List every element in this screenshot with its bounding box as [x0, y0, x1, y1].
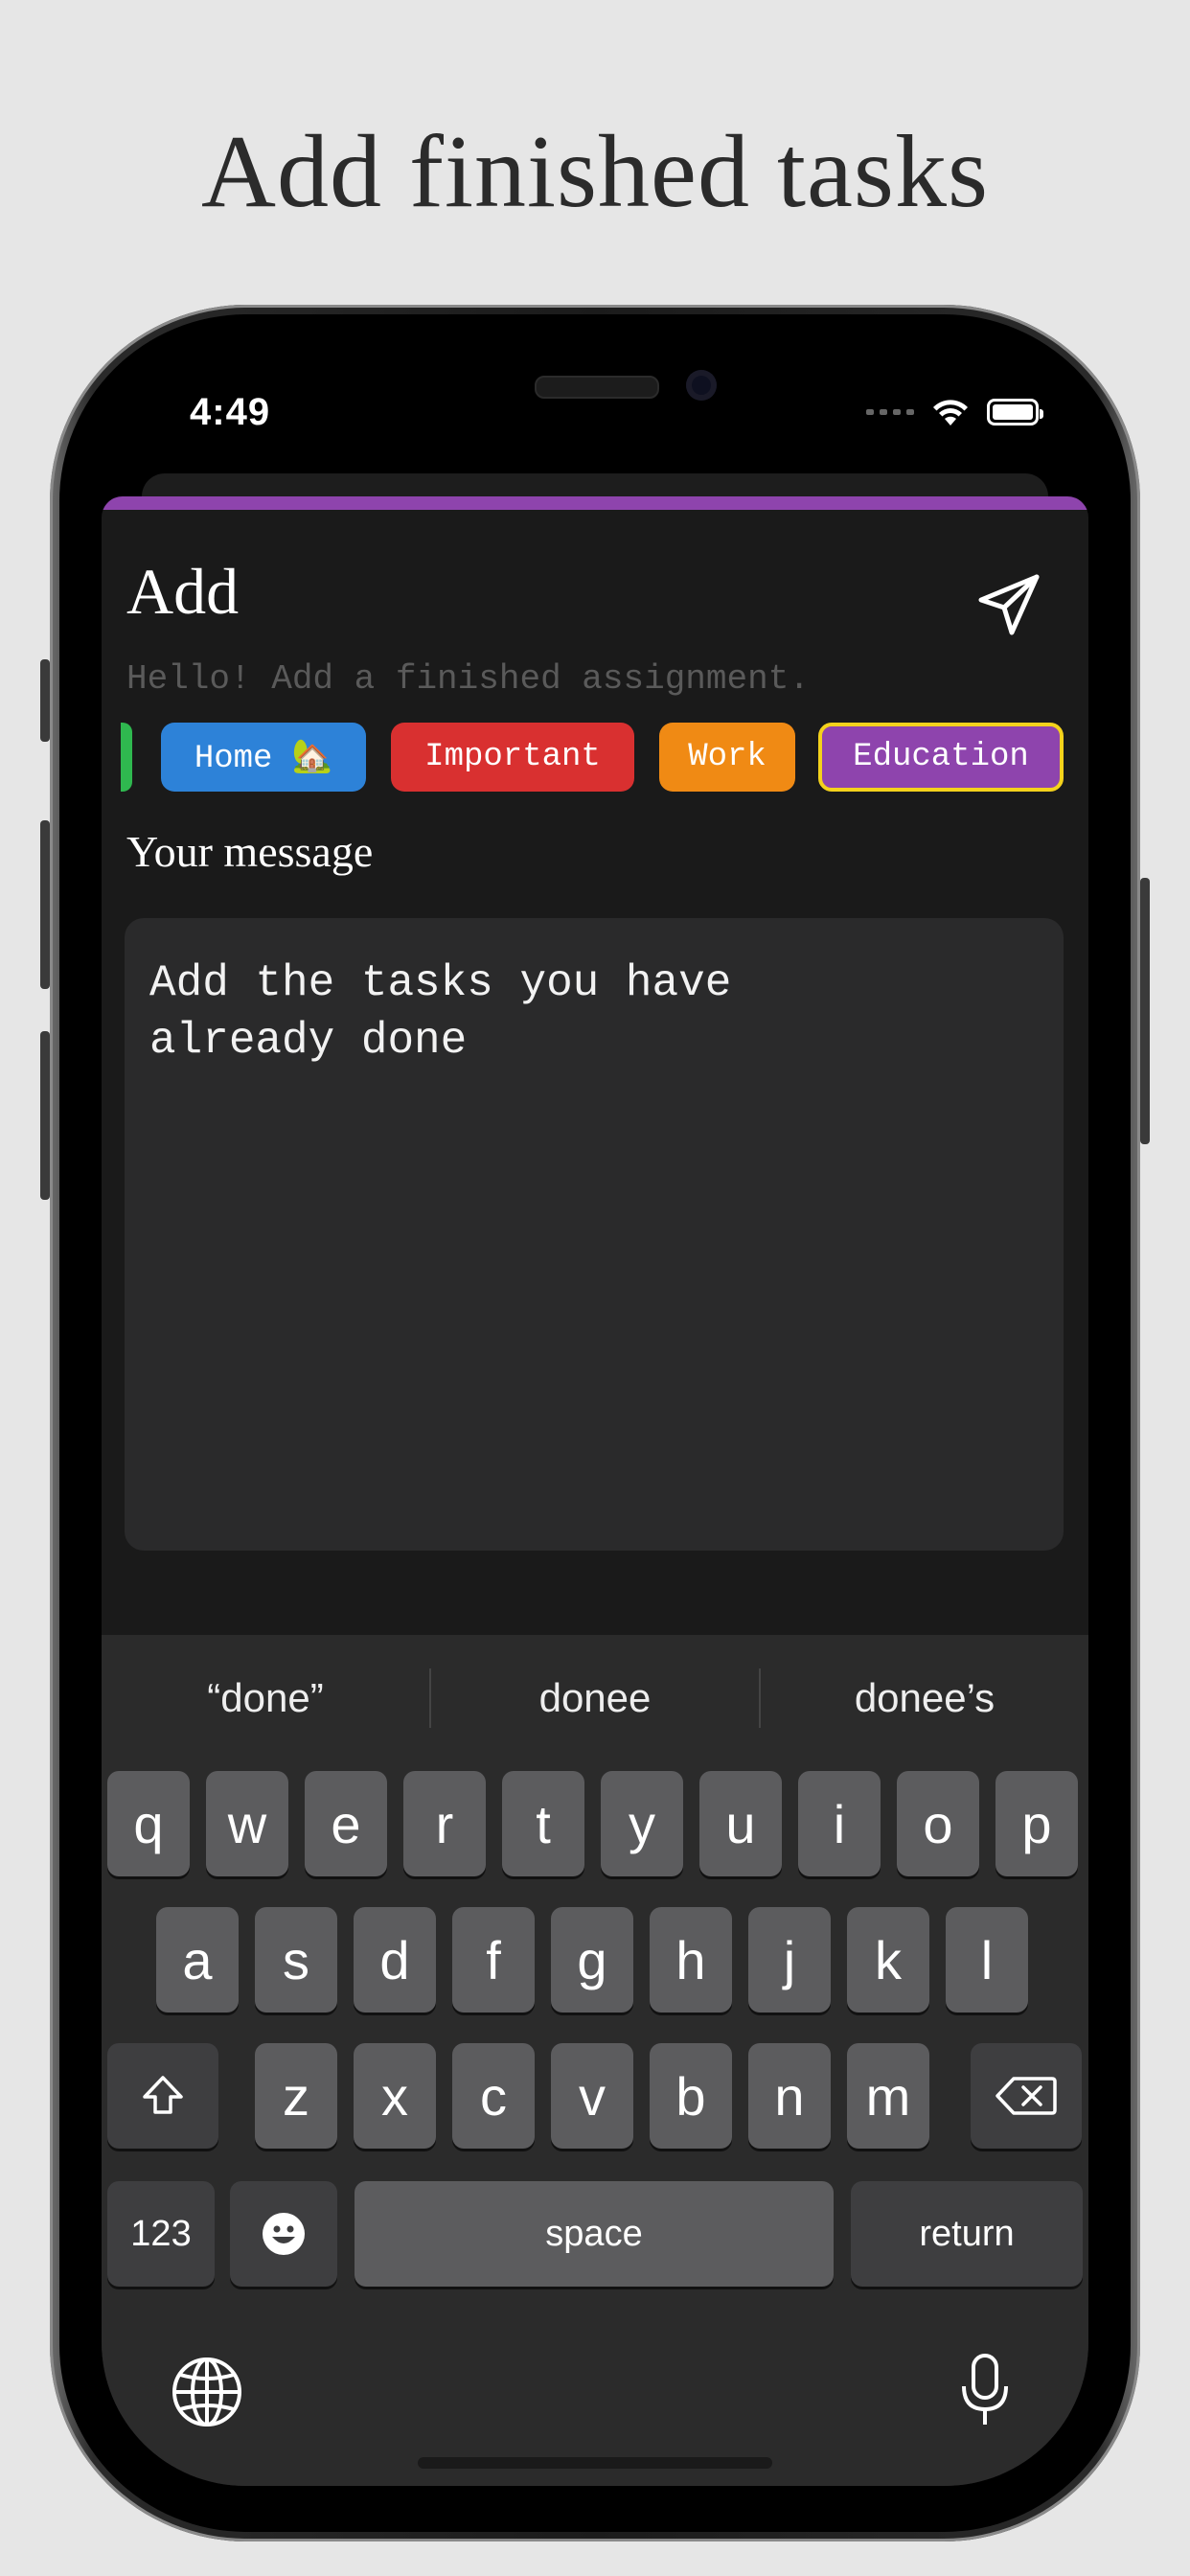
key-k[interactable]: k: [847, 1907, 929, 2012]
category-chip-partial[interactable]: [121, 723, 132, 792]
key-u[interactable]: u: [699, 1771, 782, 1876]
category-chip-home[interactable]: Home 🏡: [161, 723, 366, 792]
delete-key[interactable]: [971, 2043, 1082, 2149]
return-key[interactable]: return: [851, 2181, 1083, 2287]
key-x[interactable]: x: [354, 2043, 436, 2149]
power-button: [1140, 878, 1150, 1144]
mute-switch: [40, 659, 50, 742]
wifi-icon: [933, 400, 968, 426]
key-b[interactable]: b: [650, 2043, 732, 2149]
key-p[interactable]: p: [995, 1771, 1078, 1876]
key-g[interactable]: g: [551, 1907, 633, 2012]
key-w[interactable]: w: [206, 1771, 288, 1876]
suggestion-2[interactable]: donee: [431, 1675, 759, 1721]
sheet-accent-bar: [102, 496, 1088, 510]
battery-icon: [987, 399, 1043, 426]
shift-icon: [143, 2076, 183, 2114]
numbers-key[interactable]: 123: [107, 2181, 215, 2287]
space-key[interactable]: space: [355, 2181, 834, 2287]
key-v[interactable]: v: [551, 2043, 633, 2149]
key-o[interactable]: o: [897, 1771, 979, 1876]
suggestion-1[interactable]: “done”: [102, 1675, 429, 1721]
sheet-subtitle: Hello! Add a finished assignment.: [126, 659, 810, 699]
suggestion-3[interactable]: donee’s: [761, 1675, 1088, 1721]
sheet-title: Add: [126, 555, 240, 628]
key-j[interactable]: j: [748, 1907, 831, 2012]
message-textarea[interactable]: Add the tasks you have already done: [125, 918, 1064, 1551]
key-s[interactable]: s: [255, 1907, 337, 2012]
key-q[interactable]: q: [107, 1771, 190, 1876]
key-i[interactable]: i: [798, 1771, 881, 1876]
status-icons: [866, 395, 1043, 429]
key-m[interactable]: m: [847, 2043, 929, 2149]
globe-icon[interactable]: [171, 2356, 243, 2428]
key-y[interactable]: y: [601, 1771, 683, 1876]
category-chips: Home 🏡 Important Work Education: [102, 723, 1088, 795]
key-c[interactable]: c: [452, 2043, 535, 2149]
page-headline: Add finished tasks: [201, 115, 989, 229]
phone-screen: 4:49 Add Hello! Add a finished assignmen…: [102, 316, 1088, 2486]
key-l[interactable]: l: [946, 1907, 1028, 2012]
category-chip-education[interactable]: Education: [818, 723, 1064, 792]
key-e[interactable]: e: [305, 1771, 387, 1876]
microphone-icon[interactable]: [956, 2352, 1014, 2430]
key-f[interactable]: f: [452, 1907, 535, 2012]
signal-icon: [866, 409, 914, 415]
backspace-icon: [995, 2077, 1057, 2115]
status-time: 4:49: [190, 391, 271, 433]
send-button[interactable]: [975, 571, 1042, 638]
volume-up-button: [40, 820, 50, 989]
keyboard: “done” donee donee’s q w e r t y u i o p…: [102, 1635, 1088, 2486]
emoji-key[interactable]: [230, 2181, 337, 2287]
key-h[interactable]: h: [650, 1907, 732, 2012]
category-chip-important[interactable]: Important: [391, 723, 634, 792]
volume-down-button: [40, 1031, 50, 1200]
category-chip-work[interactable]: Work: [659, 723, 795, 792]
suggestion-bar: “done” donee donee’s: [102, 1635, 1088, 1761]
key-z[interactable]: z: [255, 2043, 337, 2149]
front-camera: [686, 370, 717, 401]
home-indicator[interactable]: [418, 2457, 772, 2469]
key-r[interactable]: r: [403, 1771, 486, 1876]
send-icon: [978, 574, 1040, 635]
shift-key[interactable]: [107, 2043, 218, 2149]
key-a[interactable]: a: [156, 1907, 239, 2012]
add-task-sheet: Add Hello! Add a finished assignment. Ho…: [102, 496, 1088, 2486]
emoji-icon: [263, 2213, 305, 2255]
earpiece-speaker: [535, 376, 659, 399]
key-d[interactable]: d: [354, 1907, 436, 2012]
key-n[interactable]: n: [748, 2043, 831, 2149]
key-t[interactable]: t: [502, 1771, 584, 1876]
message-label: Your message: [126, 827, 374, 876]
